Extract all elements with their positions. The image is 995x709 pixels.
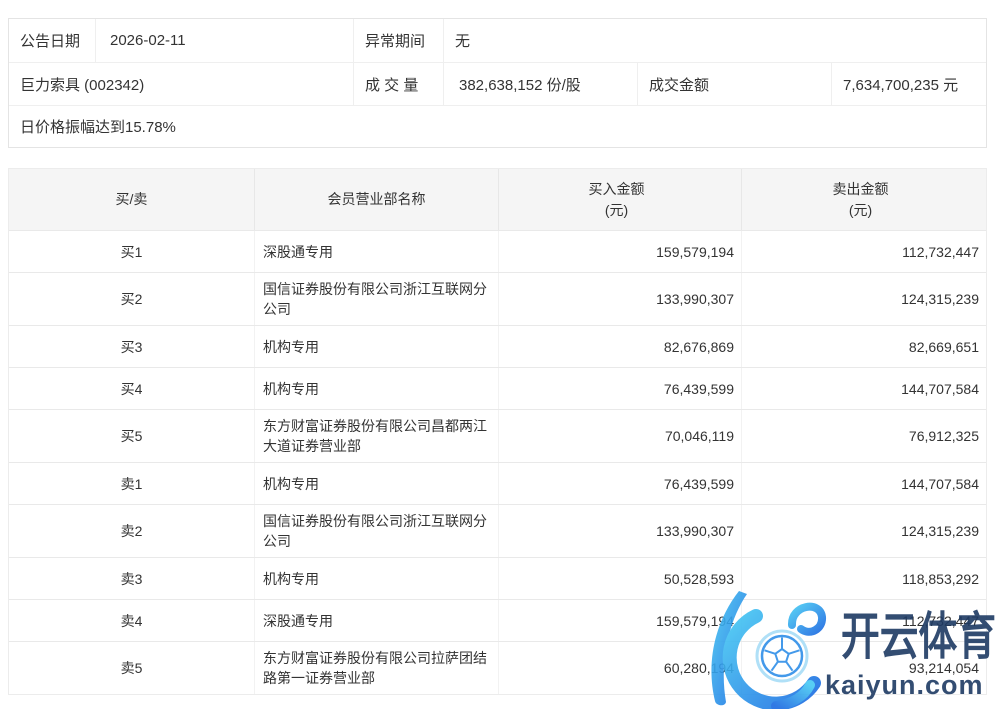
table-row: 买3 机构专用 82,676,869 82,669,651	[9, 325, 986, 367]
header-buy-amount: 买入金额 (元)	[498, 169, 741, 230]
abnormal-period-value: 无	[443, 19, 986, 62]
table-row: 买5 东方财富证券股份有限公司昌都两江大道证券营业部 70,046,119 76…	[9, 409, 986, 462]
header-sell-amount-unit: (元)	[848, 201, 873, 218]
cell-branch: 机构专用	[254, 326, 498, 367]
table-body: 买1 深股通专用 159,579,194 112,732,447 买2 国信证券…	[9, 230, 986, 694]
cell-sell-amount: 124,315,239	[741, 273, 986, 325]
cell-buy-amount: 133,990,307	[498, 273, 741, 325]
cell-side: 卖2	[120, 523, 143, 539]
header-branch: 会员营业部名称	[254, 169, 498, 230]
volume-value: 382,638,152 份/股	[443, 63, 637, 105]
cell-branch: 深股通专用	[254, 231, 498, 272]
cell-side: 卖5	[120, 660, 143, 676]
cell-buy-amount: 76,439,599	[498, 368, 741, 409]
cell-side: 买2	[120, 291, 143, 307]
cell-side: 卖1	[120, 475, 143, 492]
announcement-date-value: 2026-02-11	[95, 19, 353, 62]
info-row-dates: 公告日期 2026-02-11 异常期间 无	[9, 19, 986, 62]
cell-buy-amount: 76,439,599	[498, 463, 741, 504]
cell-side: 买4	[120, 380, 143, 397]
table-row: 买4 机构专用 76,439,599 144,707,584	[9, 367, 986, 409]
cell-buy-amount: 133,990,307	[498, 505, 741, 557]
cell-buy-amount: 50,528,593	[498, 558, 741, 599]
cell-branch: 机构专用	[254, 368, 498, 409]
cell-side: 买1	[120, 243, 143, 260]
cell-side: 卖3	[120, 570, 143, 587]
cell-sell-amount: 144,707,584	[741, 368, 986, 409]
cell-branch: 国信证券股份有限公司浙江互联网分公司	[254, 505, 498, 557]
table-row: 卖1 机构专用 76,439,599 144,707,584	[9, 462, 986, 504]
cell-sell-amount: 118,853,292	[741, 558, 986, 599]
cell-sell-amount: 112,732,447	[741, 600, 986, 641]
cell-side: 买5	[120, 428, 143, 444]
table-row: 卖5 东方财富证券股份有限公司拉萨团结路第一证券营业部 60,280,194 9…	[9, 641, 986, 694]
page: 公告日期 2026-02-11 异常期间 无 巨力索具 (002342) 成 交…	[0, 0, 995, 709]
table-row: 卖4 深股通专用 159,579,194 112,732,447	[9, 599, 986, 641]
info-row-amplitude: 日价格振幅达到15.78%	[9, 105, 986, 147]
info-row-volume: 巨力索具 (002342) 成 交 量 382,638,152 份/股 成交金额…	[9, 62, 986, 105]
cell-buy-amount: 159,579,194	[498, 231, 741, 272]
header-side: 买/卖	[115, 191, 148, 207]
cell-branch: 深股通专用	[254, 600, 498, 641]
cell-branch: 国信证券股份有限公司浙江互联网分公司	[254, 273, 498, 325]
table-row: 卖3 机构专用 50,528,593 118,853,292	[9, 557, 986, 599]
cell-sell-amount: 82,669,651	[741, 326, 986, 367]
cell-sell-amount: 144,707,584	[741, 463, 986, 504]
cell-buy-amount: 82,676,869	[498, 326, 741, 367]
cell-branch: 东方财富证券股份有限公司昌都两江大道证券营业部	[254, 410, 498, 462]
cell-sell-amount: 93,214,054	[741, 642, 986, 694]
table-row: 卖2 国信证券股份有限公司浙江互联网分公司 133,990,307 124,31…	[9, 504, 986, 557]
table-header-row: 买/卖 会员营业部名称 买入金额 (元) 卖出金额 (元)	[9, 169, 986, 230]
header-buy-amount-line1: 买入金额	[588, 180, 645, 197]
cell-sell-amount: 76,912,325	[741, 410, 986, 462]
header-sell-amount-line1: 卖出金额	[832, 180, 889, 197]
broker-table: 买/卖 会员营业部名称 买入金额 (元) 卖出金额 (元) 买1 深股通专用 1…	[8, 168, 987, 695]
cell-buy-amount: 159,579,194	[498, 600, 741, 641]
volume-label: 成 交 量	[353, 63, 443, 105]
header-sell-amount: 卖出金额 (元)	[741, 169, 986, 230]
header-buy-amount-unit: (元)	[604, 201, 629, 218]
turnover-value: 7,634,700,235 元	[831, 63, 986, 105]
cell-branch: 东方财富证券股份有限公司拉萨团结路第一证券营业部	[254, 642, 498, 694]
announcement-date-label: 公告日期	[20, 33, 81, 50]
cell-branch: 机构专用	[254, 463, 498, 504]
table-row: 买1 深股通专用 159,579,194 112,732,447	[9, 230, 986, 272]
cell-sell-amount: 124,315,239	[741, 505, 986, 557]
info-panel: 公告日期 2026-02-11 异常期间 无 巨力索具 (002342) 成 交…	[8, 18, 987, 148]
cell-branch: 机构专用	[254, 558, 498, 599]
stock-name: 巨力索具 (002342)	[20, 76, 145, 94]
cell-buy-amount: 70,046,119	[498, 410, 741, 462]
cell-side: 卖4	[120, 612, 143, 629]
table-row: 买2 国信证券股份有限公司浙江互联网分公司 133,990,307 124,31…	[9, 272, 986, 325]
cell-side: 买3	[120, 338, 143, 355]
turnover-label: 成交金额	[637, 63, 831, 105]
cell-buy-amount: 60,280,194	[498, 642, 741, 694]
cell-sell-amount: 112,732,447	[741, 231, 986, 272]
amplitude-note: 日价格振幅达到15.78%	[20, 119, 176, 136]
abnormal-period-label: 异常期间	[353, 19, 443, 62]
